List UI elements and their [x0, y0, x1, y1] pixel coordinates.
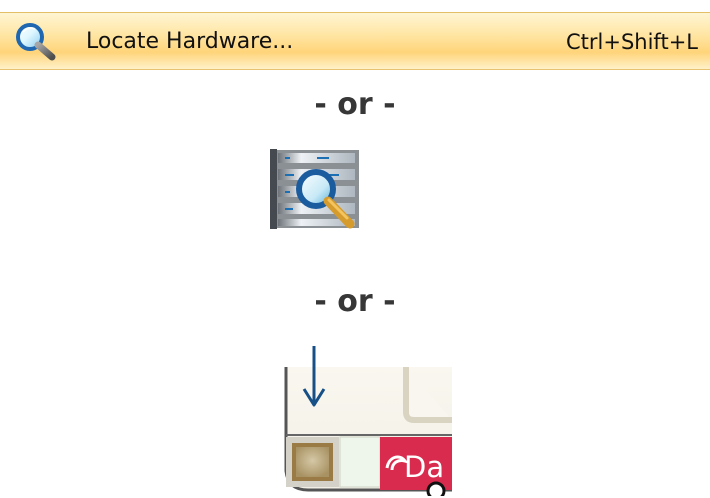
alternative-separator: - or - [314, 284, 396, 319]
alternative-separator: - or - [314, 87, 396, 122]
instrument-preview-image: Da [284, 346, 452, 496]
locate-hardware-toolbar-icon[interactable] [270, 149, 360, 229]
instructions-page: Locate Hardware... Ctrl+Shift+L - or - -… [0, 0, 710, 498]
locate-hardware-menu-item[interactable]: Locate Hardware... Ctrl+Shift+L [0, 12, 710, 70]
brand-text: Da [404, 450, 444, 484]
magnifier-icon [16, 23, 56, 61]
menu-item-label: Locate Hardware... [86, 29, 294, 54]
menu-item-shortcut: Ctrl+Shift+L [566, 30, 698, 54]
